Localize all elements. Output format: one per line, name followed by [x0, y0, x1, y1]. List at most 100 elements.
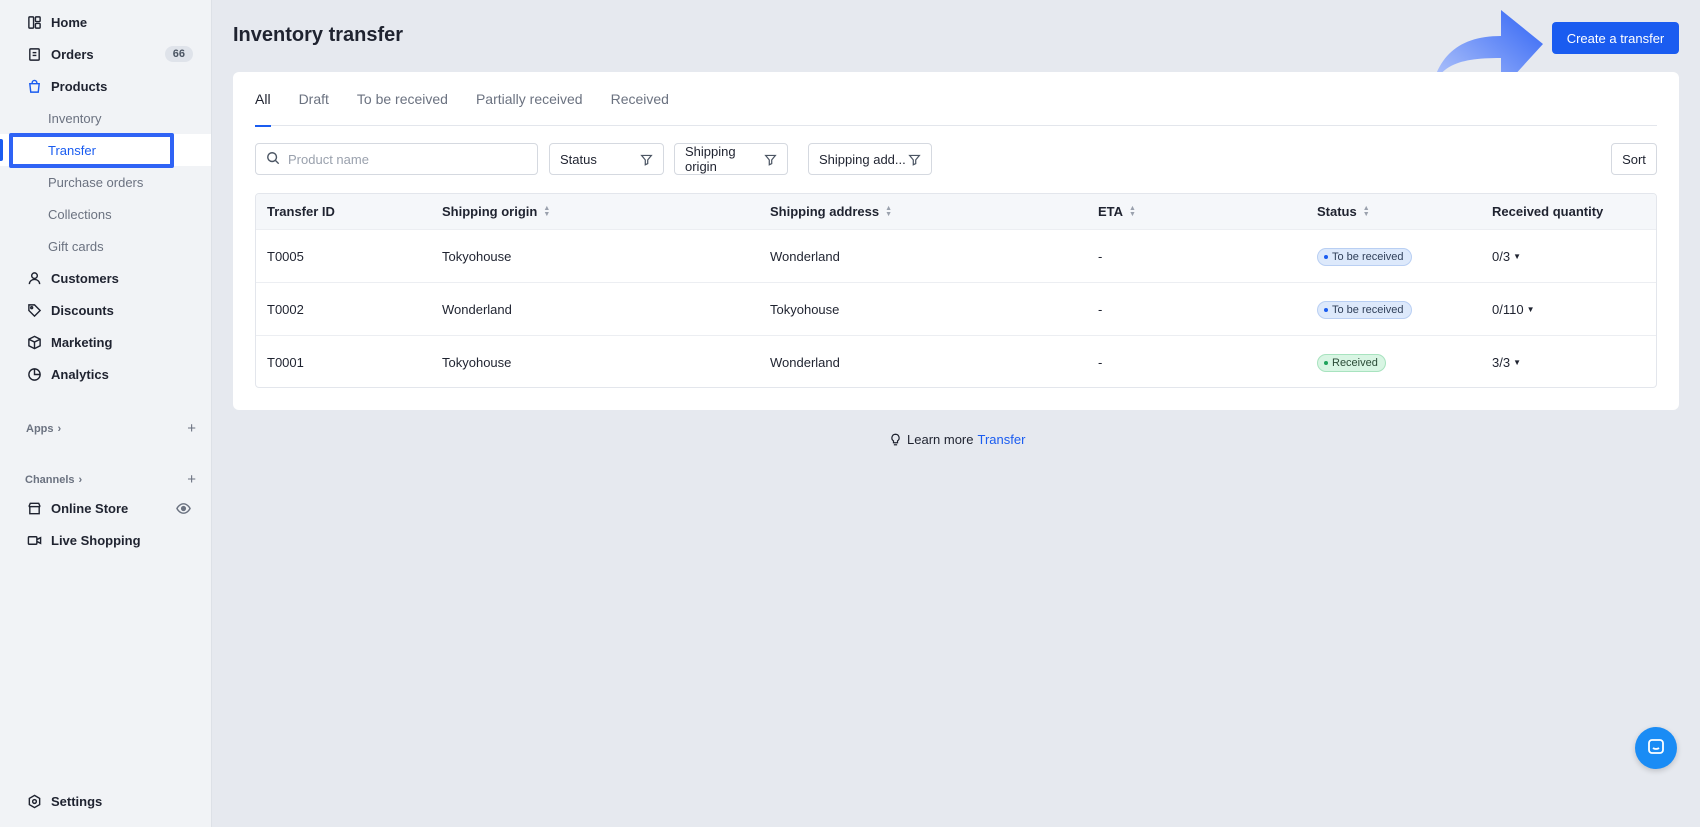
- search-input[interactable]: [288, 151, 518, 167]
- cell-eta: -: [1098, 355, 1103, 370]
- filter-icon: [640, 153, 653, 166]
- sidebar-item-products[interactable]: Products: [0, 70, 211, 102]
- create-transfer-button[interactable]: Create a transfer: [1552, 22, 1679, 54]
- status-filter[interactable]: Status: [549, 143, 664, 175]
- status-badge: Received: [1317, 353, 1386, 372]
- sidebar-item-label: Discounts: [51, 302, 114, 318]
- sidebar-item-gift-cards[interactable]: Gift cards: [0, 230, 211, 262]
- cell-received-quantity[interactable]: 0/110 ▼: [1492, 283, 1535, 336]
- sort-icon[interactable]: ▲ ▼: [1129, 205, 1136, 218]
- eye-icon[interactable]: [176, 501, 191, 516]
- chat-button[interactable]: [1635, 727, 1677, 769]
- sidebar-item-label: Live Shopping: [51, 532, 141, 548]
- column-status[interactable]: Status ▲ ▼: [1317, 194, 1370, 229]
- tab-received[interactable]: Received: [611, 72, 669, 126]
- cell-received-quantity[interactable]: 0/3 ▼: [1492, 230, 1521, 283]
- table-row[interactable]: T0001 Tokyohouse Wonderland - Received 3…: [256, 335, 1656, 387]
- sidebar-item-label: Online Store: [51, 500, 129, 516]
- sort-icon[interactable]: ▲ ▼: [1363, 205, 1370, 218]
- column-received-quantity: Received quantity: [1492, 194, 1603, 229]
- add-app-icon[interactable]: +: [187, 420, 196, 437]
- channels-label: Channels: [25, 473, 75, 486]
- column-label: Status: [1317, 204, 1357, 219]
- column-label: ETA: [1098, 204, 1124, 219]
- sidebar-subitem-label: Purchase orders: [48, 174, 144, 190]
- quantity-text: 0/3: [1492, 249, 1511, 264]
- table-row[interactable]: T0002 Wonderland Tokyohouse - To be rece…: [256, 282, 1656, 335]
- search-box[interactable]: [255, 143, 538, 175]
- shipping-origin-filter[interactable]: Shipping origin: [674, 143, 788, 175]
- cell-transfer-id[interactable]: T0002: [267, 283, 304, 336]
- table-row[interactable]: T0005 Tokyohouse Wonderland - To be rece…: [256, 229, 1656, 282]
- cell-shipping-address: Wonderland: [770, 249, 840, 264]
- tab-draft[interactable]: Draft: [299, 72, 329, 126]
- shipping-origin-filter-label: Shipping origin: [685, 144, 736, 174]
- sidebar-item-customers[interactable]: Customers: [0, 262, 211, 294]
- column-label: Shipping address: [770, 204, 880, 219]
- cell-shipping-origin: Tokyohouse: [442, 249, 512, 264]
- tab-to-be-received[interactable]: To be received: [357, 72, 448, 126]
- sidebar-item-transfer[interactable]: Transfer: [0, 134, 211, 166]
- tab-all[interactable]: All: [255, 72, 271, 127]
- chat-icon: [1646, 737, 1666, 760]
- cell-shipping-address: Tokyohouse: [770, 302, 840, 317]
- sidebar-item-marketing[interactable]: Marketing: [0, 326, 211, 358]
- chevron-right-icon: ›: [78, 473, 83, 486]
- orders-icon: [26, 46, 42, 62]
- page-title: Inventory transfer: [233, 24, 404, 46]
- learn-more-text: Learn more: [907, 432, 974, 447]
- cell-status: Received: [1317, 336, 1386, 387]
- filter-icon: [908, 153, 921, 166]
- column-shipping-address[interactable]: Shipping address ▲ ▼: [770, 194, 892, 229]
- apps-section-header[interactable]: Apps › +: [26, 420, 196, 437]
- status-dot: [1324, 307, 1328, 312]
- sidebar-item-discounts[interactable]: Discounts: [0, 294, 211, 326]
- sidebar-item-settings[interactable]: Settings: [0, 785, 211, 817]
- sidebar-item-online-store[interactable]: Online Store: [0, 492, 211, 524]
- orders-count-badge: 66: [164, 46, 193, 62]
- person-icon: [26, 270, 42, 286]
- tag-icon: [26, 302, 42, 318]
- cell-received-quantity[interactable]: 3/3 ▼: [1492, 336, 1521, 387]
- active-indicator: [0, 139, 3, 161]
- shipping-address-filter-label: Shipping add...: [819, 151, 906, 167]
- cell-status: To be received: [1317, 283, 1412, 336]
- sidebar: Home Orders 66 Products Inventory Transf…: [0, 0, 212, 827]
- sort-button[interactable]: Sort: [1611, 143, 1657, 175]
- sidebar-item-home[interactable]: Home: [0, 6, 211, 38]
- sidebar-item-live-shopping[interactable]: Live Shopping: [0, 524, 211, 556]
- column-shipping-origin[interactable]: Shipping origin ▲ ▼: [442, 194, 550, 229]
- sort-icon[interactable]: ▲ ▼: [543, 205, 550, 218]
- caret-down-icon[interactable]: ▼: [1527, 305, 1535, 314]
- column-eta[interactable]: ETA ▲ ▼: [1098, 194, 1136, 229]
- tab-partially-received[interactable]: Partially received: [476, 72, 583, 126]
- add-channel-icon[interactable]: +: [187, 471, 196, 488]
- cell-status: To be received: [1317, 230, 1412, 283]
- sidebar-item-label: Analytics: [51, 366, 109, 382]
- column-transfer-id: Transfer ID: [267, 194, 335, 229]
- sidebar-item-collections[interactable]: Collections: [0, 198, 211, 230]
- cell-transfer-id[interactable]: T0005: [267, 230, 304, 283]
- chevron-right-icon: ›: [57, 422, 62, 435]
- sidebar-item-orders[interactable]: Orders 66: [0, 38, 211, 70]
- status-filter-label: Status: [560, 151, 597, 167]
- sidebar-item-purchase-orders[interactable]: Purchase orders: [0, 166, 211, 198]
- caret-down-icon[interactable]: ▼: [1513, 358, 1521, 367]
- sidebar-subitem-label: Gift cards: [48, 238, 104, 254]
- cell-transfer-id[interactable]: T0001: [267, 336, 304, 387]
- caret-down-icon[interactable]: ▼: [1513, 252, 1521, 261]
- shipping-address-filter[interactable]: Shipping add...: [808, 143, 932, 175]
- status-badge: To be received: [1317, 300, 1412, 319]
- sidebar-subitem-label: Transfer: [48, 142, 96, 158]
- column-label: Transfer ID: [267, 204, 335, 219]
- sidebar-item-analytics[interactable]: Analytics: [0, 358, 211, 390]
- home-icon: [26, 14, 42, 30]
- sidebar-item-inventory[interactable]: Inventory: [0, 102, 211, 134]
- learn-more-link[interactable]: Transfer: [977, 432, 1025, 447]
- channels-section-header[interactable]: Channels › +: [25, 471, 196, 488]
- transfer-card: All Draft To be received Partially recei…: [233, 72, 1679, 410]
- sort-icon[interactable]: ▲ ▼: [885, 205, 892, 218]
- bag-icon: [26, 78, 42, 94]
- search-icon: [266, 151, 280, 168]
- quantity-text: 0/110: [1492, 302, 1524, 317]
